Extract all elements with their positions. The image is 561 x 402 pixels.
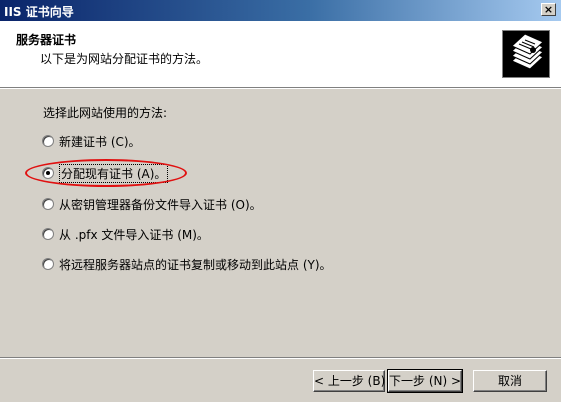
back-button[interactable]: < 上一步 (B) xyxy=(313,370,385,392)
radio-import-key-manager-backup[interactable] xyxy=(42,198,54,210)
certificate-stack-icon xyxy=(502,30,550,78)
option-label: 从密钥管理器备份文件导入证书 (O)。 xyxy=(59,197,262,212)
method-prompt: 选择此网站使用的方法: xyxy=(43,106,168,120)
option-label: 从 .pfx 文件导入证书 (M)。 xyxy=(59,227,209,242)
header-subtitle: 以下是为网站分配证书的方法。 xyxy=(40,52,209,66)
window-title: IIS 证书向导 xyxy=(4,5,74,19)
next-button[interactable]: 下一步 (N) > xyxy=(387,369,463,393)
option-label: 将远程服务器站点的证书复制或移动到此站点 (Y)。 xyxy=(59,257,332,272)
wizard-header: 服务器证书 以下是为网站分配证书的方法。 xyxy=(0,21,561,88)
option-label: 分配现有证书 (A)。 xyxy=(59,163,169,183)
close-button[interactable]: × xyxy=(541,3,556,16)
radio-copy-move-remote[interactable] xyxy=(42,258,54,270)
option-import-key-manager-backup[interactable]: 从密钥管理器备份文件导入证书 (O)。 xyxy=(42,196,262,212)
radio-import-pfx[interactable] xyxy=(42,228,54,240)
iis-certificate-wizard-window: IIS 证书向导 × 服务器证书 以下是为网站分配证书的方法。 选择此网站使用的… xyxy=(0,0,561,402)
close-icon: × xyxy=(543,3,554,16)
option-label: 新建证书 (C)。 xyxy=(59,134,141,149)
cancel-button[interactable]: 取消 xyxy=(473,370,547,392)
option-import-pfx[interactable]: 从 .pfx 文件导入证书 (M)。 xyxy=(42,226,209,242)
radio-assign-existing-certificate[interactable] xyxy=(42,167,54,179)
option-copy-move-remote[interactable]: 将远程服务器站点的证书复制或移动到此站点 (Y)。 xyxy=(42,256,332,272)
title-bar[interactable]: IIS 证书向导 × xyxy=(0,0,561,21)
option-new-certificate[interactable]: 新建证书 (C)。 xyxy=(42,133,141,149)
radio-new-certificate[interactable] xyxy=(42,135,54,147)
footer-divider-highlight xyxy=(0,358,561,359)
header-title: 服务器证书 xyxy=(16,33,77,47)
option-assign-existing-certificate[interactable]: 分配现有证书 (A)。 xyxy=(42,163,169,183)
header-divider xyxy=(0,88,561,89)
